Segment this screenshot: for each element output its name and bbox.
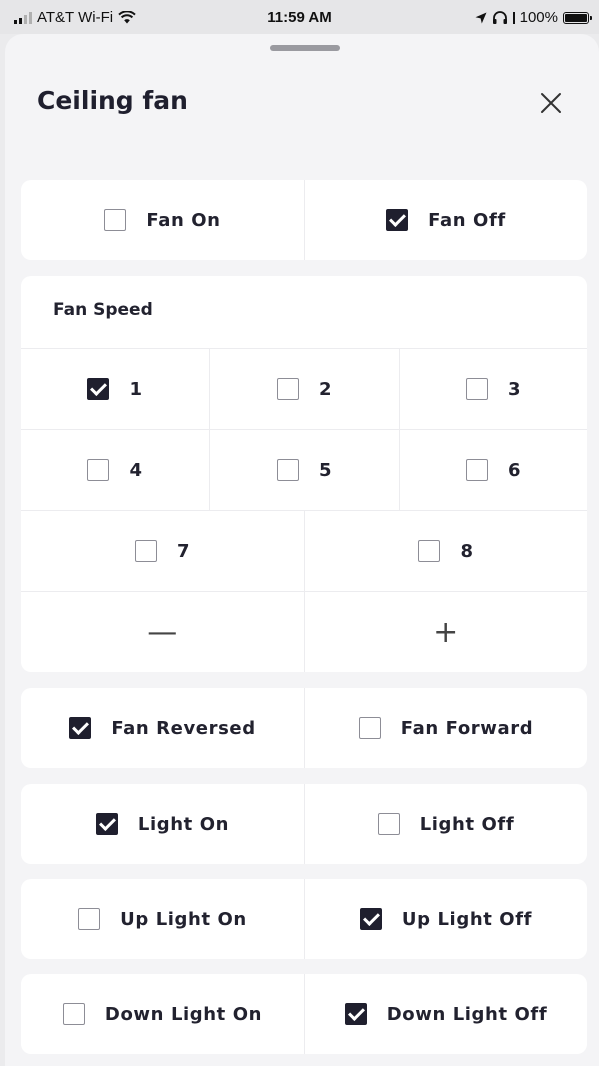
speed-option-8[interactable]: 8 bbox=[305, 511, 587, 591]
location-arrow-icon bbox=[475, 12, 487, 23]
increase-speed-button[interactable]: + bbox=[305, 592, 587, 672]
fan-reversed-label: Fan Reversed bbox=[111, 717, 256, 739]
up-light-on-option[interactable]: Up Light On bbox=[21, 879, 304, 959]
sheet-title: Ceiling fan bbox=[37, 86, 188, 115]
fan-on-label: Fan On bbox=[146, 209, 221, 231]
fan-reversed-option[interactable]: Fan Reversed bbox=[21, 688, 304, 768]
up-light-off-label: Up Light Off bbox=[401, 908, 533, 930]
checkbox-fan-on[interactable] bbox=[104, 209, 127, 231]
speed-option-4[interactable]: 4 bbox=[21, 430, 209, 510]
down-light-on-label: Down Light On bbox=[104, 1003, 263, 1025]
light-off-label: Light Off bbox=[419, 813, 515, 835]
speed-option-5[interactable]: 5 bbox=[210, 430, 399, 510]
fan-power-card: Fan On Fan Off bbox=[21, 180, 587, 260]
down-light-on-option[interactable]: Down Light On bbox=[21, 974, 304, 1054]
down-light-off-option[interactable]: Down Light Off bbox=[305, 974, 587, 1054]
speed-label: 6 bbox=[507, 459, 522, 481]
fan-off-label: Fan Off bbox=[428, 209, 506, 231]
checkbox-light-on[interactable] bbox=[95, 813, 118, 835]
fan-speed-heading: Fan Speed bbox=[53, 300, 153, 320]
decrease-speed-button[interactable]: — bbox=[21, 592, 304, 672]
speed-label: 1 bbox=[129, 378, 143, 400]
speed-label: 7 bbox=[176, 540, 191, 562]
fan-forward-option[interactable]: Fan Forward bbox=[305, 688, 587, 768]
checkbox-light-off[interactable] bbox=[377, 813, 400, 835]
status-right: 100% bbox=[475, 9, 592, 26]
light-off-option[interactable]: Light Off bbox=[305, 784, 587, 864]
speed-option-3[interactable]: 3 bbox=[400, 349, 587, 429]
status-bar: AT&T Wi-Fi 11:59 AM 100% bbox=[0, 0, 599, 34]
up-light-off-option[interactable]: Up Light Off bbox=[305, 879, 587, 959]
checkbox-speed-7[interactable] bbox=[134, 540, 157, 562]
light-on-option[interactable]: Light On bbox=[21, 784, 304, 864]
speed-label: 4 bbox=[129, 459, 143, 481]
light-on-label: Light On bbox=[137, 813, 230, 835]
light-card: Light On Light Off bbox=[21, 784, 587, 864]
speed-option-7[interactable]: 7 bbox=[21, 511, 304, 591]
battery-percent: 100% bbox=[519, 9, 558, 26]
signal-bars-icon bbox=[512, 11, 515, 24]
checkbox-down-light-off[interactable] bbox=[344, 1003, 367, 1025]
checkbox-speed-5[interactable] bbox=[276, 459, 299, 481]
checkbox-fan-reversed[interactable] bbox=[69, 717, 92, 739]
speed-option-2[interactable]: 2 bbox=[210, 349, 399, 429]
checkbox-speed-3[interactable] bbox=[465, 378, 488, 400]
fan-on-option[interactable]: Fan On bbox=[21, 180, 304, 260]
speed-label: 8 bbox=[460, 540, 474, 562]
checkbox-up-light-on[interactable] bbox=[78, 908, 101, 930]
checkbox-fan-off[interactable] bbox=[386, 209, 409, 231]
checkbox-speed-6[interactable] bbox=[465, 459, 488, 481]
checkbox-down-light-on[interactable] bbox=[62, 1003, 85, 1025]
headphones-icon bbox=[492, 11, 507, 24]
checkbox-speed-1[interactable] bbox=[87, 378, 110, 400]
speed-option-1[interactable]: 1 bbox=[21, 349, 209, 429]
up-light-on-label: Up Light On bbox=[120, 908, 247, 930]
fan-forward-label: Fan Forward bbox=[400, 717, 534, 739]
checkbox-speed-4[interactable] bbox=[87, 459, 110, 481]
fan-direction-card: Fan Reversed Fan Forward bbox=[21, 688, 587, 768]
up-light-card: Up Light On Up Light Off bbox=[21, 879, 587, 959]
sheet-grabber-handle[interactable] bbox=[270, 45, 340, 51]
close-icon[interactable] bbox=[539, 91, 563, 115]
battery-icon bbox=[563, 11, 592, 24]
fan-speed-card: Fan Speed 1 2 3 4 5 6 7 8 — + bbox=[21, 276, 587, 672]
checkbox-up-light-off[interactable] bbox=[359, 908, 382, 930]
down-light-off-label: Down Light Off bbox=[386, 1003, 548, 1025]
speed-label: 2 bbox=[318, 378, 333, 400]
speed-label: 5 bbox=[318, 459, 333, 481]
bottom-sheet: Ceiling fan Fan On Fan Off Fan Speed 1 2 bbox=[5, 34, 599, 1066]
checkbox-speed-8[interactable] bbox=[418, 540, 441, 562]
down-light-card: Down Light On Down Light Off bbox=[21, 974, 587, 1054]
speed-option-6[interactable]: 6 bbox=[400, 430, 587, 510]
speed-label: 3 bbox=[507, 378, 522, 400]
checkbox-fan-forward[interactable] bbox=[358, 717, 381, 739]
fan-off-option[interactable]: Fan Off bbox=[305, 180, 587, 260]
checkbox-speed-2[interactable] bbox=[276, 378, 299, 400]
